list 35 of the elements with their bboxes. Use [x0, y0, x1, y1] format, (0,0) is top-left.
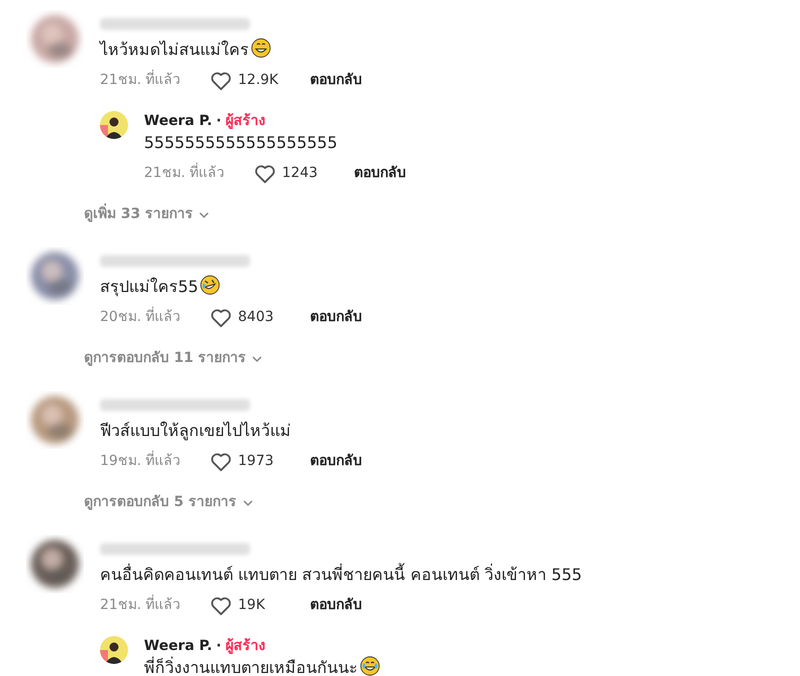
- comment-text: ไหว้หมดไม่สนแม่ใคร: [100, 38, 406, 62]
- author-name[interactable]: Weera P.: [144, 636, 212, 656]
- reply-text: 5555555555555555555: [144, 132, 338, 154]
- reply-link[interactable]: ตอบกลับ: [354, 163, 406, 184]
- timestamp: 21ชม. ที่แล้ว: [100, 595, 210, 616]
- like-count: 1243: [282, 164, 319, 183]
- timestamp: 19ชม. ที่แล้ว: [100, 451, 210, 472]
- reply-link[interactable]: ตอบกลับ: [310, 307, 362, 328]
- timestamp: 21ชม. ที่แล้ว: [144, 163, 254, 184]
- heart-icon[interactable]: [210, 308, 232, 328]
- author-name[interactable]: Weera P.: [144, 111, 212, 131]
- comment-text: คนอื่นคิดคอนเทนต์ แทบตาย สวนพี่ชายคนนี้ คอนเทนต์ วิ่งเข้าหา 555: [100, 563, 582, 586]
- reply-link[interactable]: ตอบกลับ: [310, 595, 362, 616]
- comment-text: ฟีวส์แบบให้ลูกเขยไปไหว้แม่: [100, 420, 292, 442]
- separator-dot: ·: [216, 637, 222, 656]
- chevron-down-icon: [242, 500, 252, 506]
- heart-icon[interactable]: [210, 70, 232, 90]
- timestamp: 20ชม. ที่แล้ว: [100, 307, 210, 328]
- heart-icon[interactable]: [210, 596, 232, 616]
- reply-link[interactable]: ตอบกลับ: [310, 70, 362, 91]
- chevron-down-icon: [199, 212, 210, 218]
- creator-label: ผู้สร้าง: [226, 637, 266, 656]
- reply-link[interactable]: ตอบกลับ: [310, 451, 362, 472]
- comment-text: สรุปแม่ใคร55: [100, 275, 362, 299]
- heart-icon[interactable]: [210, 452, 232, 472]
- separator-dot: ·: [216, 112, 222, 131]
- like-count: 1973: [238, 452, 275, 471]
- reply-text: พี่ก็วิ่งงานแทบตายเหมือนกันนะ: [144, 656, 380, 676]
- chevron-down-icon: [252, 356, 262, 362]
- timestamp: 21ชม. ที่แล้ว: [100, 70, 210, 91]
- creator-label: ผู้สร้าง: [226, 112, 266, 131]
- like-count: 8403: [238, 308, 275, 327]
- heart-icon[interactable]: [254, 164, 276, 184]
- like-count: 19K: [238, 596, 266, 615]
- like-count: 12.9K: [238, 71, 280, 90]
